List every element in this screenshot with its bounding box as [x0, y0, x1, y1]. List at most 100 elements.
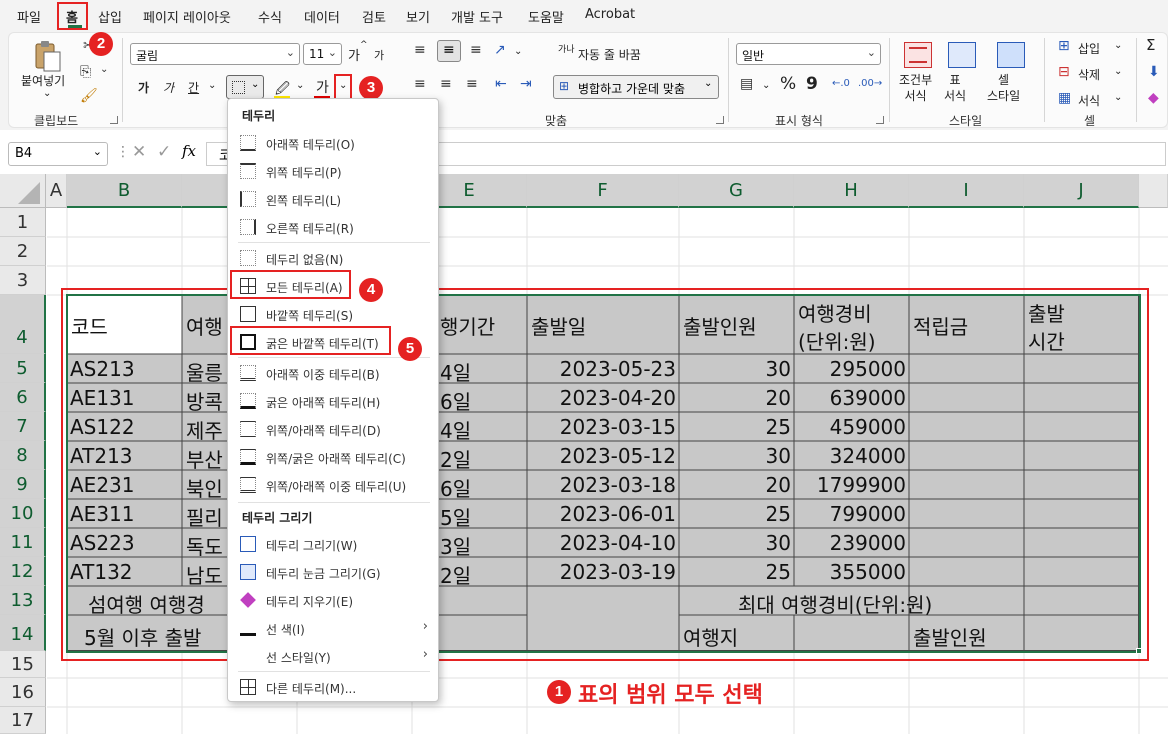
alignment-launcher-icon[interactable] — [716, 116, 724, 124]
align-center-icon[interactable]: ≡ — [440, 76, 452, 92]
row-header-16[interactable]: 16 — [0, 678, 46, 707]
menu-item-draw-border-grid[interactable]: 테두리 눈금 그리기(G) — [228, 559, 438, 585]
menu-item-top-border[interactable]: 위쪽 테두리(P) — [228, 158, 438, 184]
clear-icon[interactable]: ◆ — [1148, 90, 1159, 106]
row-header-10[interactable]: 10 — [0, 499, 46, 528]
comma-button[interactable]: 9 — [806, 74, 818, 94]
decrease-indent-icon[interactable]: ⇤ — [495, 76, 507, 92]
menu-item-draw-border[interactable]: 테두리 그리기(W) — [228, 531, 438, 557]
row-header-2[interactable]: 2 — [0, 237, 46, 266]
row-header-14[interactable]: 14 — [0, 615, 46, 651]
copy-icon[interactable]: ⎘ — [80, 64, 91, 80]
menu-item-outside-borders[interactable]: 바깥쪽 테두리(S) — [228, 301, 438, 327]
tab-formulas[interactable]: 수식 — [258, 7, 282, 26]
insert-dropdown-icon[interactable]: ⌄ — [1114, 40, 1122, 51]
table-format-icon[interactable] — [948, 42, 976, 68]
column-header-j[interactable]: J — [1024, 174, 1139, 208]
grow-font-button[interactable]: 가 — [348, 45, 360, 64]
number-launcher-icon[interactable] — [876, 116, 884, 124]
row-header-12[interactable]: 12 — [0, 557, 46, 586]
menu-item-erase-border[interactable]: 테두리 지우기(E) — [228, 587, 438, 613]
bold-button[interactable]: 가 — [138, 79, 149, 96]
font-size-combo[interactable]: 11 ⌄ — [303, 43, 342, 65]
orientation-icon[interactable]: ↗ — [494, 42, 506, 58]
merge-center-button[interactable]: ⊞ 병합하고 가운데 맞춤 ⌄ — [553, 75, 719, 99]
row-header-6[interactable]: 6 — [0, 383, 46, 412]
menu-item-more-borders[interactable]: 다른 테두리(M)... — [228, 674, 438, 700]
select-all-corner[interactable] — [0, 174, 46, 208]
wrap-text-button[interactable]: 자동 줄 바꿈 — [578, 46, 641, 63]
paste-icon[interactable] — [32, 40, 62, 72]
shrink-font-button[interactable]: 가 — [374, 47, 384, 63]
row-header-3[interactable]: 3 — [0, 266, 46, 295]
menu-item-bottom-border[interactable]: 아래쪽 테두리(O) — [228, 130, 438, 156]
underline-dropdown-icon[interactable]: ⌄ — [208, 80, 216, 91]
font-name-combo[interactable]: 굴림 ⌄ — [130, 43, 300, 65]
format-button[interactable]: 서식 — [1078, 92, 1100, 109]
conditional-format-button[interactable]: 조건부 서식 — [899, 72, 932, 104]
menu-item-bottom-double-border[interactable]: 아래쪽 이중 테두리(B) — [228, 360, 438, 386]
borders-button[interactable]: ⌄ — [226, 75, 264, 99]
clipboard-launcher-icon[interactable] — [110, 116, 118, 124]
insert-cells-icon[interactable]: ⊞ — [1058, 38, 1070, 54]
align-right-icon[interactable]: ≡ — [466, 76, 478, 92]
align-left-icon[interactable]: ≡ — [414, 76, 426, 92]
column-header-i[interactable]: I — [909, 174, 1024, 208]
delete-cells-icon[interactable]: ⊟ — [1058, 64, 1070, 80]
row-header-9[interactable]: 9 — [0, 470, 46, 499]
menu-item-line-color[interactable]: 선 색(I) › — [228, 615, 438, 641]
row-header-13[interactable]: 13 — [0, 586, 46, 615]
increase-indent-icon[interactable]: ⇥ — [520, 76, 532, 92]
paste-button[interactable]: 붙여넣기 — [21, 72, 65, 89]
autosum-icon[interactable]: Σ — [1146, 36, 1155, 54]
tab-developer[interactable]: 개발 도구 — [451, 7, 503, 26]
cancel-icon[interactable]: ✕ — [132, 142, 146, 162]
menu-item-thick-bottom-border[interactable]: 굵은 아래쪽 테두리(H) — [228, 388, 438, 414]
percent-button[interactable]: % — [780, 74, 796, 94]
decrease-decimal-icon[interactable]: .00→ — [858, 78, 882, 89]
enter-icon[interactable]: ✓ — [157, 142, 171, 162]
tab-file[interactable]: 파일 — [17, 7, 41, 26]
paste-dropdown-icon[interactable]: ⌄ — [43, 88, 51, 99]
tab-data[interactable]: 데이터 — [304, 7, 340, 26]
delete-button[interactable]: 삭제 — [1078, 66, 1100, 83]
column-header-a[interactable]: A — [46, 174, 67, 208]
number-format-combo[interactable]: 일반 ⌄ — [736, 43, 881, 65]
format-cells-icon[interactable]: ▦ — [1058, 90, 1071, 106]
tab-review[interactable]: 검토 — [362, 7, 386, 26]
delete-dropdown-icon[interactable]: ⌄ — [1114, 66, 1122, 77]
insert-button[interactable]: 삽입 — [1078, 40, 1100, 57]
italic-button[interactable]: 가 — [163, 79, 174, 96]
tab-page-layout[interactable]: 페이지 레이아웃 — [143, 7, 231, 26]
increase-decimal-icon[interactable]: ←.0 — [832, 78, 850, 89]
menu-item-top-thick-bottom-border[interactable]: 위쪽/굵은 아래쪽 테두리(C) — [228, 444, 438, 470]
menu-item-top-double-bottom-border[interactable]: 위쪽/아래쪽 이중 테두리(U) — [228, 472, 438, 498]
name-box[interactable]: B4 ⌄ — [8, 142, 108, 166]
currency-dropdown-icon[interactable]: ⌄ — [762, 80, 770, 91]
menu-item-left-border[interactable]: 왼쪽 테두리(L) — [228, 186, 438, 212]
tab-acrobat[interactable]: Acrobat — [585, 7, 635, 22]
font-color-dropdown-icon[interactable]: ⌄ — [339, 80, 347, 91]
copy-dropdown-icon[interactable]: ⌄ — [100, 64, 108, 75]
tab-insert[interactable]: 삽입 — [98, 7, 122, 26]
fill-color-dropdown-icon[interactable]: ⌄ — [296, 80, 304, 91]
row-header-4[interactable]: 4 — [0, 295, 46, 354]
menu-item-line-style[interactable]: 선 스타일(Y) › — [228, 643, 438, 669]
cell-style-button[interactable]: 셀 스타일 — [987, 72, 1020, 104]
function-icon[interactable]: fx — [182, 142, 196, 160]
format-painter-icon[interactable]: 🖌 — [80, 88, 98, 104]
row-header-1[interactable]: 1 — [0, 208, 46, 237]
currency-icon[interactable]: ▤ — [740, 76, 753, 92]
row-header-15[interactable]: 15 — [0, 651, 46, 678]
cell-style-icon[interactable] — [997, 42, 1025, 68]
format-dropdown-icon[interactable]: ⌄ — [1114, 92, 1122, 103]
orientation-dropdown-icon[interactable]: ⌄ — [514, 46, 522, 57]
row-header-7[interactable]: 7 — [0, 412, 46, 441]
row-header-8[interactable]: 8 — [0, 441, 46, 470]
row-header-17[interactable]: 17 — [0, 707, 46, 734]
column-header-g[interactable]: G — [679, 174, 794, 208]
align-bottom-icon[interactable]: ≡ — [470, 42, 482, 58]
column-header-h[interactable]: H — [794, 174, 909, 208]
menu-item-right-border[interactable]: 오른쪽 테두리(R) — [228, 214, 438, 240]
table-format-button[interactable]: 표 서식 — [944, 72, 966, 104]
